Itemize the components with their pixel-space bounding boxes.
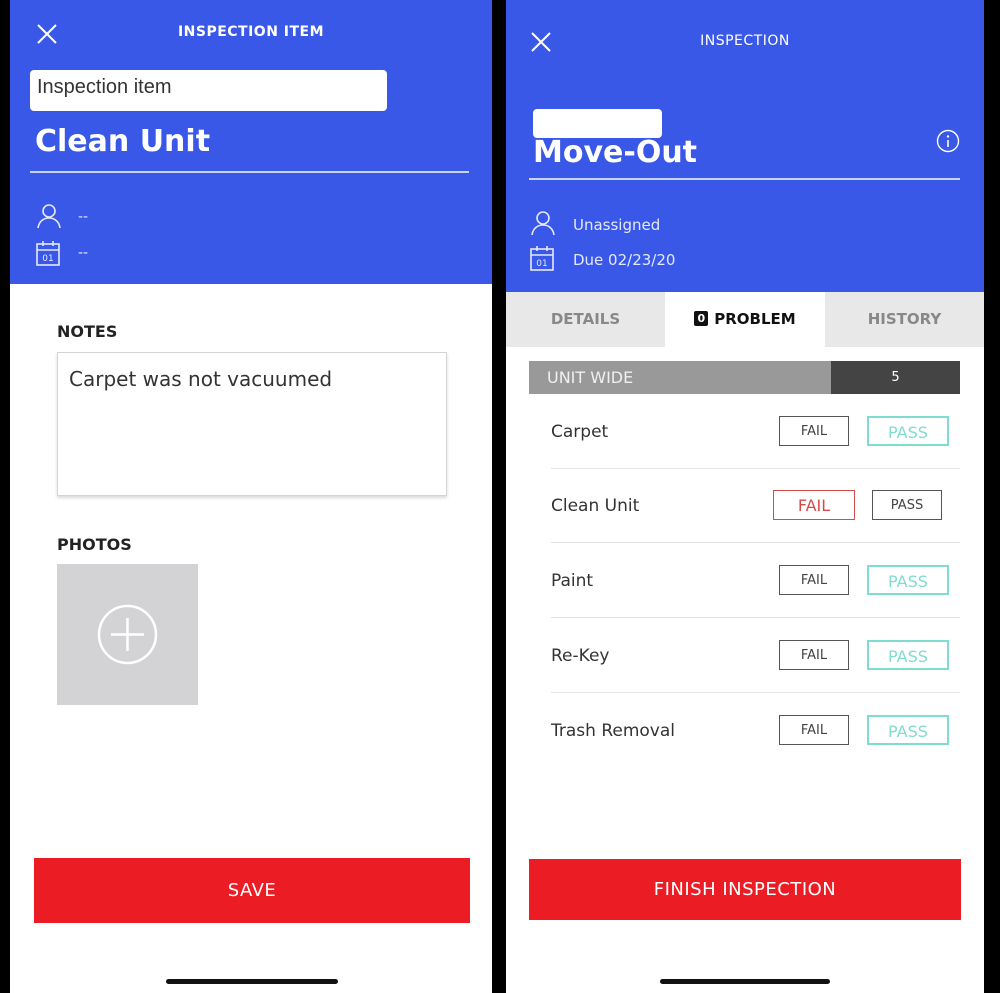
- row-divider: [551, 692, 960, 693]
- row-divider: [551, 617, 960, 618]
- section-unit-wide[interactable]: UNIT WIDE 5: [529, 361, 960, 394]
- header-title: INSPECTION: [700, 33, 790, 49]
- section-name: UNIT WIDE: [529, 361, 831, 394]
- pass-button[interactable]: PASS: [872, 490, 942, 520]
- due-date-text: Due 02/23/20: [573, 251, 676, 269]
- inspection-screen: INSPECTION Move-Out Unassigned 01 Due 02…: [506, 0, 984, 993]
- item-name: Re-Key: [551, 646, 610, 666]
- fail-button[interactable]: FAIL: [779, 715, 849, 745]
- notes-label: NOTES: [57, 322, 118, 341]
- header-title: INSPECTION ITEM: [177, 24, 325, 40]
- tab-history[interactable]: HISTORY: [825, 292, 984, 347]
- tab-details-label: DETAILS: [550, 310, 621, 328]
- home-indicator[interactable]: [166, 979, 338, 984]
- pass-button[interactable]: PASS: [867, 565, 949, 595]
- fail-button[interactable]: FAIL: [779, 416, 849, 446]
- add-photo-button[interactable]: [57, 564, 198, 705]
- inspection-item-row: Carpet FAIL PASS: [551, 395, 960, 469]
- item-name: Trash Removal: [551, 721, 675, 741]
- inspection-title: Move-Out: [533, 135, 698, 170]
- item-name: Paint: [551, 571, 594, 591]
- svg-text:01: 01: [42, 254, 53, 264]
- home-indicator[interactable]: [660, 979, 830, 984]
- inspection-item-screen: INSPECTION ITEM Inspection item Clean Un…: [10, 0, 492, 993]
- inspection-header: INSPECTION Move-Out Unassigned 01 Due 02…: [506, 0, 984, 292]
- calendar-icon: 01: [529, 245, 556, 276]
- title-divider: [30, 171, 469, 173]
- pass-button[interactable]: PASS: [867, 715, 949, 745]
- assignee-text: Unassigned: [573, 216, 661, 234]
- section-count: 5: [831, 361, 960, 394]
- row-divider: [551, 542, 960, 543]
- item-header: INSPECTION ITEM Inspection item Clean Un…: [10, 0, 492, 284]
- info-icon[interactable]: [936, 129, 960, 157]
- photos-label: PHOTOS: [57, 535, 132, 554]
- fail-button[interactable]: FAIL: [779, 565, 849, 595]
- title-divider: [529, 178, 960, 180]
- assignee-text: --: [78, 209, 89, 225]
- tab-problem[interactable]: 0 PROBLEM: [665, 292, 825, 347]
- inspection-item-row: Clean Unit FAIL PASS: [551, 469, 960, 543]
- finish-inspection-button[interactable]: FINISH INSPECTION: [529, 859, 961, 920]
- tab-details[interactable]: DETAILS: [506, 292, 665, 347]
- tab-history-label: HISTORY: [867, 310, 942, 328]
- user-icon: [35, 202, 63, 234]
- fail-button[interactable]: FAIL: [773, 490, 855, 520]
- label-box-text: Inspection item: [37, 76, 172, 98]
- pass-button[interactable]: PASS: [867, 416, 949, 446]
- notes-value: Carpet was not vacuumed: [69, 367, 333, 391]
- item-name: Carpet: [551, 422, 609, 442]
- plus-circle-icon: [97, 604, 158, 665]
- inspection-item-row: Trash Removal FAIL PASS: [551, 694, 960, 768]
- fail-button[interactable]: FAIL: [779, 640, 849, 670]
- due-date-text: --: [78, 245, 89, 261]
- redacted-label-box: [533, 109, 662, 138]
- user-icon: [529, 209, 557, 241]
- problem-count-badge: 0: [694, 311, 709, 326]
- calendar-icon: 01: [35, 240, 62, 271]
- notes-textarea[interactable]: Carpet was not vacuumed: [57, 352, 447, 496]
- svg-text:01: 01: [536, 259, 547, 269]
- pass-button[interactable]: PASS: [867, 640, 949, 670]
- label-box: Inspection item: [30, 70, 387, 111]
- tab-bar: DETAILS 0 PROBLEM HISTORY: [506, 292, 984, 347]
- item-title: Clean Unit: [35, 124, 211, 159]
- save-button[interactable]: SAVE: [34, 858, 470, 923]
- item-name: Clean Unit: [551, 496, 640, 516]
- inspection-item-row: Paint FAIL PASS: [551, 544, 960, 618]
- inspection-item-row: Re-Key FAIL PASS: [551, 619, 960, 693]
- tab-problem-label: PROBLEM: [714, 310, 796, 328]
